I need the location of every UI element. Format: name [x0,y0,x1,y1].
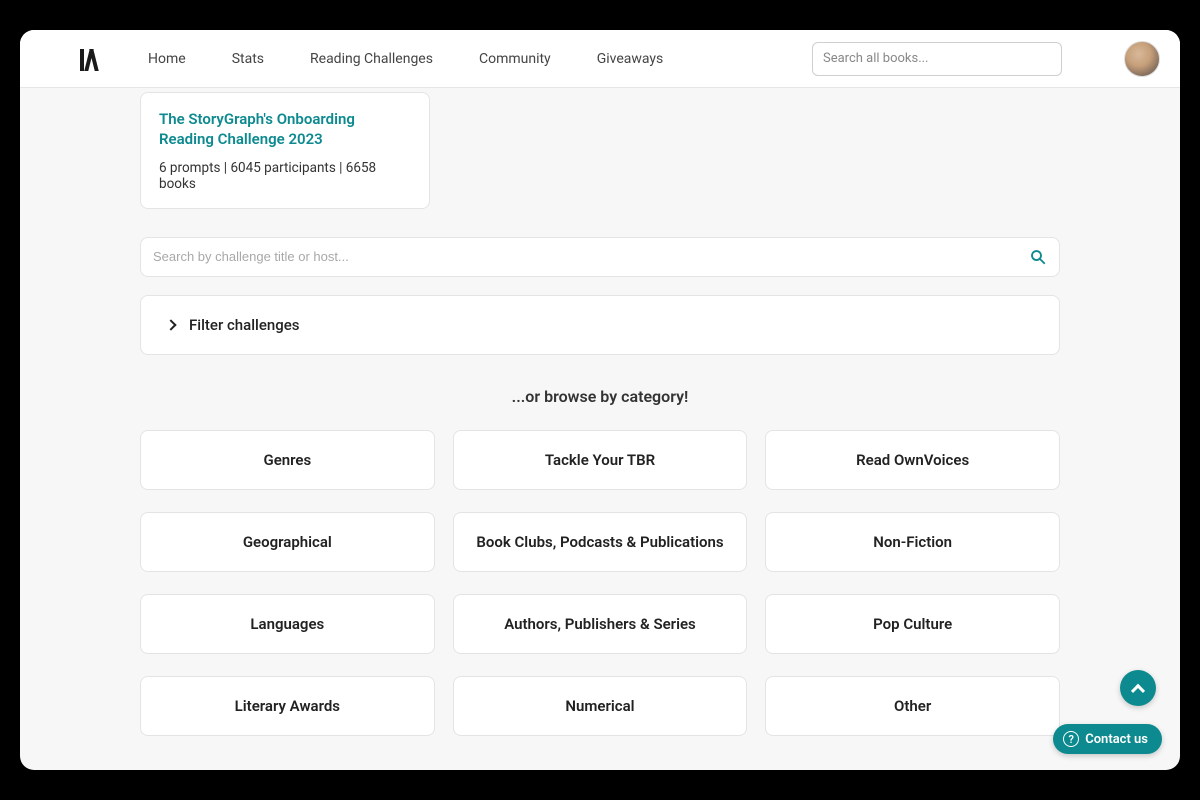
chevron-up-icon [1131,684,1145,698]
category-non-fiction[interactable]: Non-Fiction [765,512,1060,572]
featured-challenge-card[interactable]: The StoryGraph's Onboarding Reading Chal… [140,92,430,209]
category-languages[interactable]: Languages [140,594,435,654]
category-genres[interactable]: Genres [140,430,435,490]
filter-label: Filter challenges [189,316,300,334]
nav-links: Home Stats Reading Challenges Community … [148,51,663,67]
app-window: Home Stats Reading Challenges Community … [20,30,1180,770]
nav-stats[interactable]: Stats [232,51,264,67]
category-book-clubs[interactable]: Book Clubs, Podcasts & Publications [453,512,748,572]
nav-reading-challenges[interactable]: Reading Challenges [310,51,433,67]
chevron-right-icon [165,319,176,330]
category-authors-publishers[interactable]: Authors, Publishers & Series [453,594,748,654]
search-placeholder: Search all books... [823,51,929,66]
category-other[interactable]: Other [765,676,1060,736]
nav-giveaways[interactable]: Giveaways [597,51,664,67]
contact-us-button[interactable]: ? Contact us [1053,724,1162,754]
main-content: The StoryGraph's Onboarding Reading Chal… [20,88,1180,770]
search-icon[interactable] [1029,248,1047,266]
scroll-to-top-button[interactable] [1120,670,1156,706]
challenge-search-input[interactable] [153,249,1021,264]
top-nav: Home Stats Reading Challenges Community … [20,30,1180,88]
help-icon: ? [1063,731,1079,747]
nav-home[interactable]: Home [148,51,186,67]
browse-heading: ...or browse by category! [140,387,1060,406]
contact-label: Contact us [1085,732,1148,747]
challenge-search-container[interactable] [140,237,1060,277]
global-search-input[interactable]: Search all books... [812,42,1062,76]
category-pop-culture[interactable]: Pop Culture [765,594,1060,654]
filter-challenges-toggle[interactable]: Filter challenges [140,295,1060,355]
nav-community[interactable]: Community [479,51,551,67]
featured-challenge-title: The StoryGraph's Onboarding Reading Chal… [159,109,411,150]
category-numerical[interactable]: Numerical [453,676,748,736]
category-geographical[interactable]: Geographical [140,512,435,572]
featured-challenge-meta: 6 prompts | 6045 participants | 6658 boo… [159,160,411,192]
category-read-ownvoices[interactable]: Read OwnVoices [765,430,1060,490]
avatar[interactable] [1124,41,1160,77]
category-tackle-tbr[interactable]: Tackle Your TBR [453,430,748,490]
category-literary-awards[interactable]: Literary Awards [140,676,435,736]
category-grid: Genres Tackle Your TBR Read OwnVoices Ge… [140,430,1060,736]
logo-icon[interactable] [80,47,96,71]
